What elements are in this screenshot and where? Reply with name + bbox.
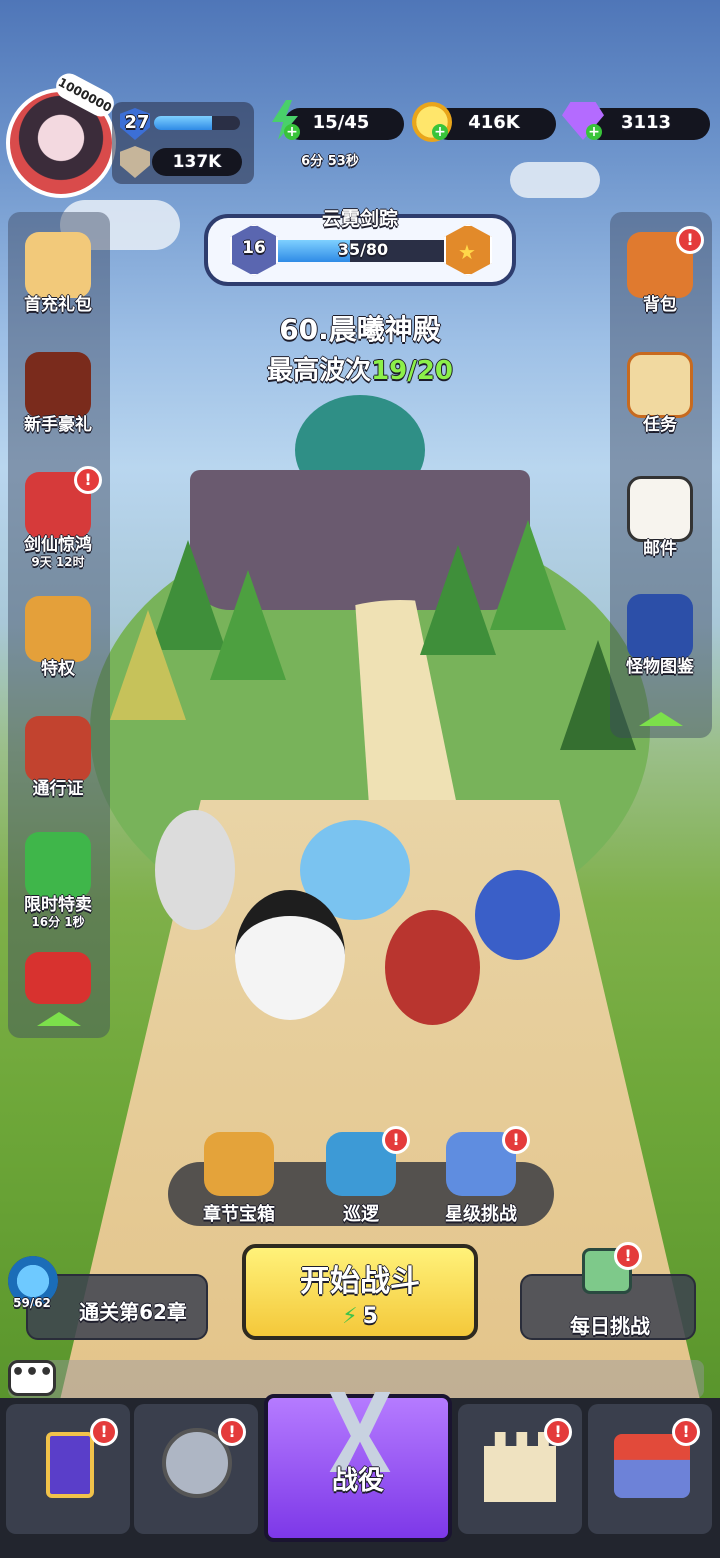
left-item-newbie-gift[interactable]: 新手豪礼	[8, 352, 108, 435]
alert-badge: !	[544, 1418, 572, 1446]
energy-cost-icon: ⚡	[342, 1304, 358, 1329]
chapter-title: 云霓剑踪	[321, 208, 398, 230]
task-clipboard-icon	[627, 352, 693, 418]
chapter-progress: 35/80	[337, 240, 389, 259]
gem-value: 3113	[620, 112, 672, 133]
hero-warrior	[385, 910, 480, 1025]
energy-timer: 6分 53秒	[301, 154, 359, 169]
nav-tab-campaign[interactable]: 战役	[264, 1392, 452, 1542]
nav-tab-castle[interactable]: !	[458, 1404, 582, 1534]
left-item-label: 特权	[41, 659, 75, 679]
chat-bubble-icon[interactable]: •••	[8, 1360, 56, 1396]
right-item-label: 怪物图鉴	[626, 657, 694, 677]
right-menu-collapse-arrow[interactable]	[638, 712, 684, 726]
action-label: 星级挑战	[445, 1204, 517, 1225]
best-wave-value: 19/20	[371, 356, 453, 386]
first-recharge-icon	[25, 232, 91, 298]
chat-bar[interactable]	[8, 1360, 704, 1398]
right-item-label: 背包	[643, 295, 677, 315]
stage-name: 60.晨曦神殿	[279, 313, 441, 346]
alert-badge: !	[672, 1418, 700, 1446]
nav-tab-label: 战役	[331, 1466, 384, 1496]
left-item-label: 剑仙惊鸿	[24, 535, 92, 555]
alert-badge: !	[74, 466, 102, 494]
action-label: 章节宝箱	[203, 1204, 275, 1225]
xp-bar-fill	[154, 116, 213, 130]
alert-badge: !	[90, 1418, 118, 1446]
left-item-timer: 9天 12时	[31, 555, 85, 569]
chapter-chest-icon	[204, 1132, 274, 1196]
tree	[110, 610, 186, 720]
left-item-label: 首充礼包	[24, 295, 92, 315]
star-challenge-button[interactable]: 星级挑战 !	[426, 1126, 536, 1226]
nav-tab-shop[interactable]: !	[588, 1404, 712, 1534]
chapter-clear-label: 通关第62章	[79, 1300, 187, 1324]
power-shield-icon	[120, 146, 150, 178]
daily-challenge-label: 每日挑战	[570, 1314, 650, 1338]
energy-cost: 5	[362, 1304, 378, 1329]
left-item-timer: 16分 1秒	[31, 915, 85, 929]
right-item-mail[interactable]: 邮件	[610, 476, 710, 559]
alert-badge: !	[502, 1126, 530, 1154]
card-icon	[46, 1432, 94, 1498]
right-item-tasks[interactable]: 任务	[610, 352, 710, 435]
left-item-label: 限时特卖	[24, 895, 92, 915]
gold-value: 416K	[468, 112, 520, 133]
mail-envelope-icon	[627, 476, 693, 542]
left-item-gift-box[interactable]	[8, 952, 108, 1004]
left-item-privilege[interactable]: 特权	[8, 596, 108, 679]
up-arrow-icon	[639, 712, 683, 726]
right-item-bestiary[interactable]: 怪物图鉴	[610, 594, 710, 677]
level-panel[interactable]: 27 137K	[112, 102, 254, 184]
left-item-label: 新手豪礼	[24, 415, 92, 435]
right-item-label: 邮件	[643, 539, 677, 559]
start-battle-label: 开始战斗	[300, 1264, 420, 1299]
left-item-first-recharge[interactable]: 首充礼包	[8, 232, 108, 315]
alert-badge: !	[614, 1242, 642, 1270]
tree	[420, 545, 496, 655]
left-item-event[interactable]: 剑仙惊鸿 9天 12时 !	[8, 466, 108, 570]
up-arrow-icon	[37, 1012, 81, 1026]
privilege-card-icon	[25, 596, 91, 662]
hero-witch	[235, 890, 345, 1020]
pass-chest-icon	[25, 716, 91, 782]
action-label: 巡逻	[343, 1204, 379, 1225]
alert-badge: !	[382, 1126, 410, 1154]
left-menu-collapse-arrow[interactable]	[36, 1012, 82, 1026]
castle-icon	[484, 1432, 556, 1502]
flash-sale-gift-icon	[25, 832, 91, 898]
newbie-gift-icon	[25, 352, 91, 418]
tree	[210, 570, 286, 680]
start-battle-button[interactable]: 开始战斗 ⚡ 5	[242, 1244, 478, 1340]
cloud	[510, 162, 600, 198]
right-item-label: 任务	[643, 415, 677, 435]
hero-angel	[155, 810, 235, 930]
right-item-backpack[interactable]: 背包 !	[610, 226, 710, 315]
chapter-level: 16	[242, 238, 266, 258]
clear-gauge-value: 59/62	[13, 1296, 51, 1310]
hero-mage	[475, 870, 560, 960]
gem-plus-icon[interactable]: +	[586, 124, 602, 140]
left-item-label: 通行证	[32, 779, 84, 799]
left-item-pass[interactable]: 通行证	[8, 716, 108, 799]
best-wave: 最高波次19/20	[150, 350, 570, 387]
nav-tab-heroes[interactable]: !	[134, 1404, 258, 1534]
gift-box-icon	[25, 952, 91, 1004]
chapter-chest-button[interactable]: 章节宝箱	[184, 1132, 294, 1226]
star-icon: ★	[458, 240, 476, 264]
gold-plus-icon[interactable]: +	[432, 124, 448, 140]
bestiary-book-icon	[627, 594, 693, 660]
left-item-flash-sale[interactable]: 限时特卖 16分 1秒	[8, 832, 108, 930]
alert-badge: !	[218, 1418, 246, 1446]
best-wave-label: 最高波次	[267, 356, 372, 386]
nav-tab-cards[interactable]: !	[6, 1404, 130, 1534]
tree	[490, 520, 566, 630]
player-level: 27	[124, 112, 150, 133]
alert-badge: !	[676, 226, 704, 254]
energy-value: 15/45	[312, 112, 370, 133]
xp-bar	[154, 116, 240, 130]
power-value: 137K	[172, 152, 222, 172]
patrol-button[interactable]: 巡逻 !	[306, 1126, 416, 1226]
